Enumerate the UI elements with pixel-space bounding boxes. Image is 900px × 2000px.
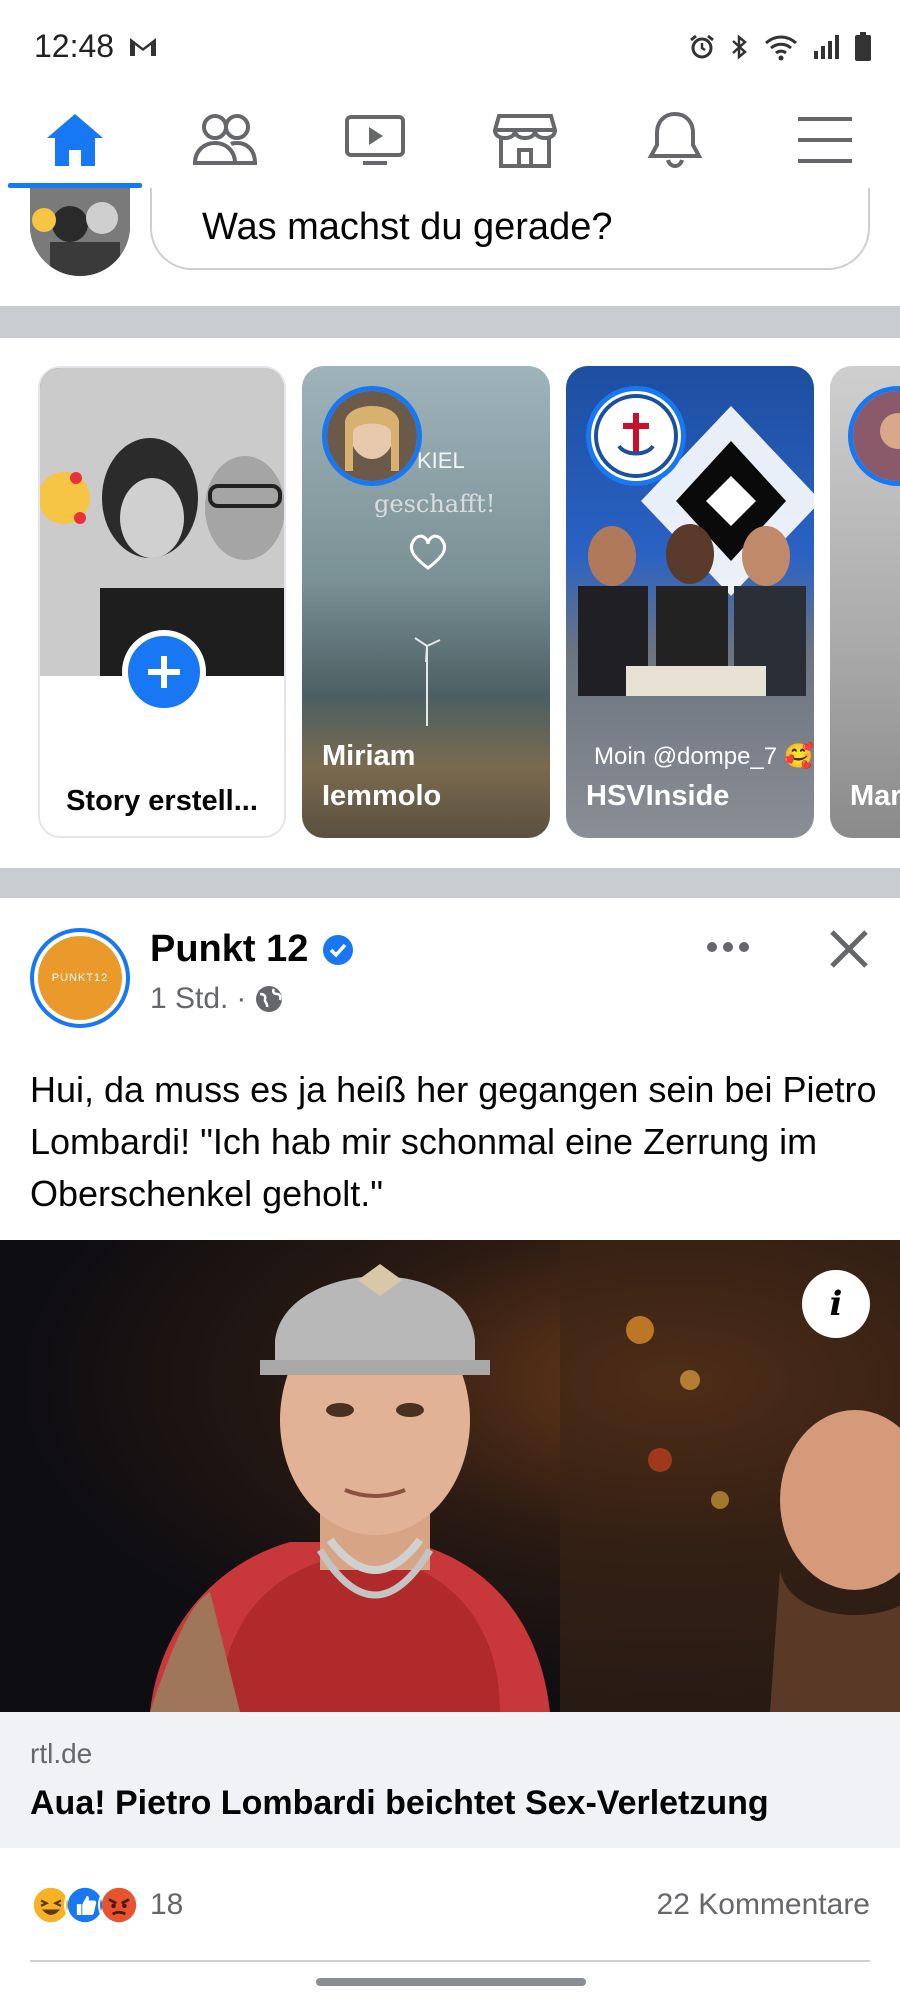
- divider: [30, 1960, 870, 1962]
- wind-turbine-graphic: [414, 637, 441, 726]
- post-text: Hui, da muss es ja heiß her gegangen sei…: [30, 1069, 877, 1214]
- story-card-mar[interactable]: Mar: [830, 366, 900, 838]
- marketplace-icon: [493, 114, 557, 168]
- tab-notifications[interactable]: [600, 92, 750, 188]
- story-avatar: [322, 386, 422, 486]
- section-divider: [0, 306, 900, 338]
- tab-menu[interactable]: [750, 92, 900, 188]
- reaction-count: 18: [150, 1888, 184, 1921]
- post-composer: Was machst du gerade?: [0, 188, 900, 306]
- story-caption: Moin @dompe_7 🥰: [594, 743, 814, 770]
- post-meta: 1 Std. ·: [150, 982, 284, 1016]
- story-name: Miriam Iemmolo: [322, 740, 442, 812]
- link-preview[interactable]: rtl.de Aua! Pietro Lombardi beichtet Sex…: [0, 1712, 900, 1848]
- close-icon: [830, 930, 868, 968]
- story-name: Mar: [850, 780, 900, 812]
- wifi-icon: [764, 33, 798, 66]
- signal-icon: [812, 33, 840, 66]
- verified-badge-icon: [322, 934, 354, 971]
- more-options-button[interactable]: [706, 940, 750, 959]
- create-story-card[interactable]: Story erstell...: [38, 366, 286, 838]
- link-domain: rtl.de: [30, 1738, 93, 1769]
- page-avatar[interactable]: PUNKT12: [30, 928, 130, 1028]
- top-navigation: [0, 92, 900, 188]
- gmail-icon: [128, 34, 158, 63]
- stories-tray: Story erstell... KIEL geschafft! Miriam …: [0, 340, 900, 870]
- post-link-image[interactable]: i: [0, 1240, 900, 1712]
- tab-friends[interactable]: [150, 92, 300, 188]
- page-name[interactable]: Punkt 12: [150, 928, 308, 971]
- link-title: Aua! Pietro Lombardi beichtet Sex-Verlet…: [30, 1784, 769, 1822]
- more-icon: [707, 942, 749, 952]
- friends-icon: [192, 114, 258, 165]
- feed-post: PUNKT12 Punkt 12 1 Std. · Hui, da muss e…: [0, 898, 900, 2000]
- comments-count-link[interactable]: 22 Kommentare: [657, 1888, 870, 1922]
- tab-watch[interactable]: [300, 92, 450, 188]
- alarm-icon: [688, 33, 716, 66]
- globe-icon: [256, 986, 283, 1012]
- heart-icon: [409, 534, 447, 570]
- hamburger-icon: [798, 117, 852, 163]
- status-input[interactable]: Was machst du gerade?: [150, 188, 870, 270]
- bell-icon: [647, 111, 703, 169]
- section-divider: [0, 868, 900, 898]
- meta-separator: ·: [236, 982, 247, 1015]
- bluetooth-icon: [730, 33, 750, 66]
- status-bar: 12:48: [0, 0, 900, 92]
- story-photo-people: [578, 524, 806, 696]
- status-time: 12:48: [34, 28, 115, 64]
- status-icons: [688, 32, 872, 67]
- hide-post-button[interactable]: [828, 928, 870, 975]
- video-icon: [345, 115, 405, 165]
- pietro-photo: [150, 1240, 900, 1712]
- home-icon: [47, 114, 103, 166]
- story-avatar: [848, 386, 900, 486]
- story-avatar: [586, 386, 686, 486]
- tab-home[interactable]: [0, 92, 150, 188]
- tab-marketplace[interactable]: [450, 92, 600, 188]
- story-card-hsvinside[interactable]: Moin @dompe_7 🥰 HSVInside: [566, 366, 814, 838]
- story-card-miriam[interactable]: KIEL geschafft! Miriam Iemmolo: [302, 366, 550, 838]
- page-logo: PUNKT12: [38, 936, 122, 1020]
- create-story-label: Story erstell...: [66, 785, 258, 817]
- plus-icon: [148, 656, 180, 688]
- home-indicator[interactable]: [316, 1978, 586, 1986]
- story-overlay-text: KIEL: [417, 448, 465, 473]
- story-name: HSVInside: [586, 780, 730, 812]
- ad-info-button[interactable]: i: [802, 1270, 870, 1338]
- post-time: 1 Std.: [150, 982, 229, 1015]
- reaction-summary[interactable]: 18: [30, 1884, 183, 1926]
- add-story-button[interactable]: [122, 630, 206, 714]
- avatar[interactable]: [30, 188, 130, 276]
- battery-icon: [854, 32, 872, 67]
- angry-reaction-icon: [98, 1884, 140, 1926]
- story-overlay-text: geschafft!: [374, 490, 496, 518]
